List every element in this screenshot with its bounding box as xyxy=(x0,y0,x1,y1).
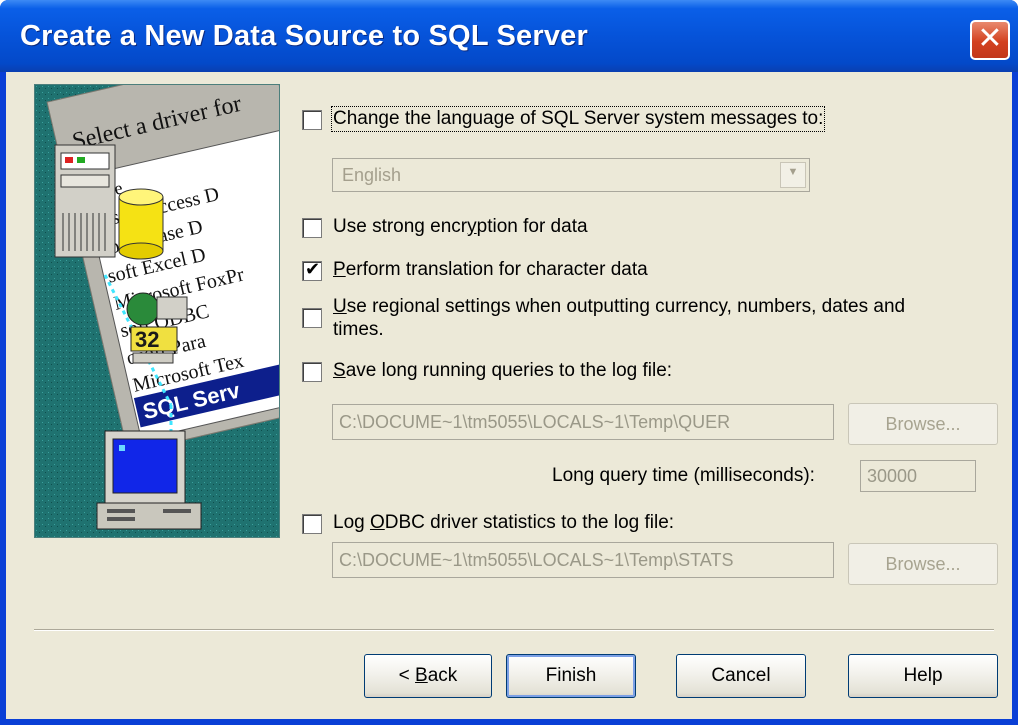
log-statistics-accel: O xyxy=(369,512,385,533)
language-select-value: English xyxy=(342,165,402,185)
dialog-body: Select a driver for ame rosoft Access D … xyxy=(6,72,1012,719)
back-button-accel: B xyxy=(415,665,428,686)
save-long-queries-label-text: ave long running queries to the log file… xyxy=(345,360,673,381)
artwork-badge: 32 xyxy=(135,327,159,352)
log-statistics-checkbox[interactable] xyxy=(302,514,322,534)
back-button[interactable]: < Back xyxy=(364,654,492,698)
strong-encryption-checkbox[interactable] xyxy=(302,218,322,238)
translation-checkbox[interactable]: ✔ xyxy=(302,259,322,281)
log-statistics-label[interactable]: Log ODBC driver statistics to the log fi… xyxy=(333,512,674,534)
check-mark-icon: ✔ xyxy=(305,259,321,280)
stats-log-path-field[interactable]: C:\DOCUME~1\tm5055\LOCALS~1\Temp\STATS xyxy=(332,542,834,578)
close-icon: ✕ xyxy=(977,21,1003,56)
server-icon xyxy=(54,144,116,258)
back-button-post: ack xyxy=(427,665,458,686)
regional-settings-label-line1[interactable]: Use regional settings when outputting cu… xyxy=(333,296,905,318)
cancel-button[interactable]: Cancel xyxy=(676,654,806,698)
translation-label[interactable]: Perform translation for character data xyxy=(333,259,648,281)
back-button-pre: < xyxy=(398,665,416,686)
separator-highlight xyxy=(34,630,994,631)
language-select[interactable]: English ▼ xyxy=(332,158,810,192)
title-bar[interactable]: Create a New Data Source to SQL Server ✕ xyxy=(0,0,1018,72)
regional-label-text: se regional settings when outputting cur… xyxy=(346,296,906,317)
strong-encryption-label-post: ption for data xyxy=(476,216,588,237)
window-title: Create a New Data Source to SQL Server xyxy=(20,20,588,52)
chevron-down-icon: ▼ xyxy=(787,166,799,178)
translation-accel: P xyxy=(333,259,346,280)
wizard-illustration-graphic: Select a driver for ame rosoft Access D … xyxy=(35,85,279,537)
query-log-browse-button[interactable]: Browse... xyxy=(848,403,998,445)
strong-encryption-accel: y xyxy=(467,216,477,237)
translation-label-text: erform translation for character data xyxy=(345,259,648,280)
database-icon xyxy=(118,188,164,260)
help-button[interactable]: Help xyxy=(848,654,998,698)
log-statistics-label-pre: Log xyxy=(333,512,370,533)
query-log-path-field[interactable]: C:\DOCUME~1\tm5055\LOCALS~1\Temp\QUER xyxy=(332,404,834,440)
change-language-checkbox[interactable] xyxy=(302,110,322,130)
dialog-window: Create a New Data Source to SQL Server ✕ xyxy=(0,0,1018,725)
save-long-queries-accel: S xyxy=(333,360,346,381)
stats-log-browse-button[interactable]: Browse... xyxy=(848,543,998,585)
change-language-label-text: Change the language of SQL Server system… xyxy=(333,108,824,129)
long-query-time-label: Long query time (milliseconds): xyxy=(552,465,815,486)
regional-accel: U xyxy=(333,296,347,317)
computer-icon xyxy=(96,430,202,530)
save-long-queries-checkbox[interactable] xyxy=(302,362,322,382)
log-statistics-label-post: DBC driver statistics to the log file: xyxy=(384,512,675,533)
regional-settings-label-line2[interactable]: times. xyxy=(333,319,384,341)
wizard-illustration: Select a driver for ame rosoft Access D … xyxy=(34,84,280,538)
long-query-time-field[interactable]: 30000 xyxy=(860,460,976,492)
regional-settings-checkbox[interactable] xyxy=(302,308,322,328)
close-button[interactable]: ✕ xyxy=(970,20,1010,60)
change-language-label[interactable]: Change the language of SQL Server system… xyxy=(330,106,826,132)
save-long-queries-label[interactable]: Save long running queries to the log fil… xyxy=(333,360,672,382)
strong-encryption-label[interactable]: Use strong encryption for data xyxy=(333,216,588,238)
language-dropdown-button[interactable]: ▼ xyxy=(780,162,806,188)
finish-button[interactable]: Finish xyxy=(506,654,636,698)
strong-encryption-label-pre: Use strong encr xyxy=(333,216,468,237)
